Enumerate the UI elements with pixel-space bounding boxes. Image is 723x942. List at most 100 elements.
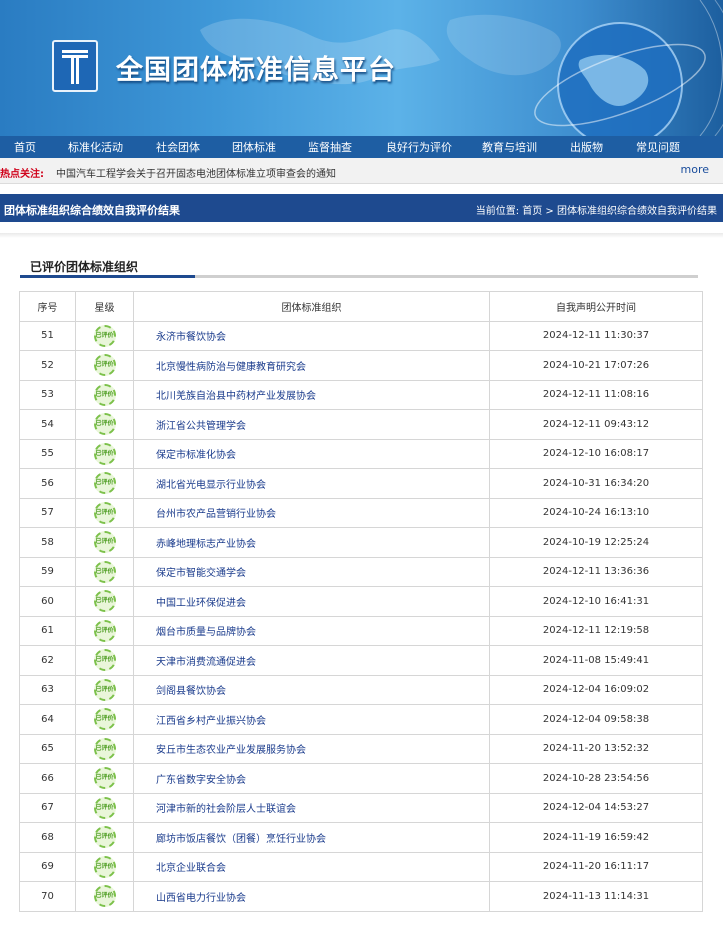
organization-link[interactable]: 河津市新的社会阶层人士联谊会 bbox=[133, 792, 490, 823]
star-cell: 已评价 bbox=[75, 320, 134, 351]
row-index: 66 bbox=[19, 763, 76, 794]
page-title: 团体标准组织综合绩效自我评价结果 bbox=[4, 204, 180, 217]
row-index: 68 bbox=[19, 822, 76, 853]
table-row: 64 已评价 江西省乡村产业振兴协会 2024-12-04 09:58:38 bbox=[19, 704, 703, 735]
organization-link[interactable]: 安丘市生态农业产业发展服务协会 bbox=[133, 733, 490, 764]
publish-time: 2024-11-19 16:59:42 bbox=[489, 822, 703, 853]
table-row: 68 已评价 廊坊市饭店餐饮（团餐）烹饪行业协会 2024-11-19 16:59:4… bbox=[19, 822, 703, 853]
star-cell: 已评价 bbox=[75, 851, 134, 882]
publish-time: 2024-12-11 13:36:36 bbox=[489, 556, 703, 587]
organization-link[interactable]: 天津市消费流通促进会 bbox=[133, 645, 490, 676]
table-row: 67 已评价 河津市新的社会阶层人士联谊会 2024-12-04 14:53:27 bbox=[19, 792, 703, 823]
evaluated-badge-icon: 已评价 bbox=[93, 678, 116, 701]
publish-time: 2024-12-10 16:41:31 bbox=[489, 586, 703, 617]
evaluated-badge-icon: 已评价 bbox=[93, 501, 116, 524]
organization-link[interactable]: 山西省电力行业协会 bbox=[133, 881, 490, 912]
star-cell: 已评价 bbox=[75, 527, 134, 558]
publish-time: 2024-12-04 14:53:27 bbox=[489, 792, 703, 823]
organization-link[interactable]: 永济市餐饮协会 bbox=[133, 320, 490, 351]
organization-link[interactable]: 北川羌族自治县中药材产业发展协会 bbox=[133, 379, 490, 410]
row-index: 64 bbox=[19, 704, 76, 735]
nav-item-social-groups[interactable]: 社会团体 bbox=[156, 139, 200, 155]
organization-link[interactable]: 湖北省光电显示行业协会 bbox=[133, 468, 490, 499]
star-cell: 已评价 bbox=[75, 379, 134, 410]
evaluated-badge-icon: 已评价 bbox=[93, 560, 116, 583]
organization-link[interactable]: 北京企业联合会 bbox=[133, 851, 490, 882]
star-cell: 已评价 bbox=[75, 438, 134, 469]
row-index: 59 bbox=[19, 556, 76, 587]
star-cell: 已评价 bbox=[75, 409, 134, 440]
publish-time: 2024-11-08 15:49:41 bbox=[489, 645, 703, 676]
nav-item-faq[interactable]: 常见问题 bbox=[636, 139, 680, 155]
organization-link[interactable]: 廊坊市饭店餐饮（团餐）烹饪行业协会 bbox=[133, 822, 490, 853]
row-index: 62 bbox=[19, 645, 76, 676]
star-cell: 已评价 bbox=[75, 733, 134, 764]
nav-item-group-standards[interactable]: 团体标准 bbox=[232, 139, 276, 155]
site-logo-icon[interactable] bbox=[52, 40, 98, 92]
row-index: 57 bbox=[19, 497, 76, 528]
nav-item-publications[interactable]: 出版物 bbox=[570, 139, 603, 155]
hot-news-link[interactable]: 中国汽车工程学会关于召开固态电池团体标准立项审查会的通知 bbox=[56, 165, 336, 180]
evaluated-badge-icon: 已评价 bbox=[93, 324, 116, 347]
publish-time: 2024-11-20 13:52:32 bbox=[489, 733, 703, 764]
publish-time: 2024-12-11 11:08:16 bbox=[489, 379, 703, 410]
site-title[interactable]: 全国团体标准信息平台 bbox=[116, 48, 396, 87]
header-banner: 全国团体标准信息平台 bbox=[0, 0, 723, 136]
star-cell: 已评价 bbox=[75, 468, 134, 499]
star-cell: 已评价 bbox=[75, 674, 134, 705]
publish-time: 2024-12-10 16:08:17 bbox=[489, 438, 703, 469]
publish-time: 2024-10-24 16:13:10 bbox=[489, 497, 703, 528]
star-cell: 已评价 bbox=[75, 645, 134, 676]
divider bbox=[0, 233, 723, 238]
organization-link[interactable]: 剑阁县餐饮协会 bbox=[133, 674, 490, 705]
main-nav: 首页 标准化活动 社会团体 团体标准 监督抽查 良好行为评价 教育与培训 出版物… bbox=[0, 136, 723, 158]
evaluated-badge-icon: 已评价 bbox=[93, 855, 116, 878]
col-header-star: 星级 bbox=[75, 291, 134, 322]
table-row: 62 已评价 天津市消费流通促进会 2024-11-08 15:49:41 bbox=[19, 645, 703, 676]
nav-item-supervision[interactable]: 监督抽查 bbox=[308, 139, 352, 155]
table-row: 53 已评价 北川羌族自治县中药材产业发展协会 2024-12-11 11:08:16 bbox=[19, 379, 703, 410]
organization-link[interactable]: 广东省数字安全协会 bbox=[133, 763, 490, 794]
table-row: 61 已评价 烟台市质量与品牌协会 2024-12-11 12:19:58 bbox=[19, 615, 703, 646]
table-row: 70 已评价 山西省电力行业协会 2024-11-13 11:14:31 bbox=[19, 881, 703, 912]
table-row: 69 已评价 北京企业联合会 2024-11-20 16:11:17 bbox=[19, 851, 703, 882]
organization-link[interactable]: 江西省乡村产业振兴协会 bbox=[133, 704, 490, 735]
row-index: 67 bbox=[19, 792, 76, 823]
organization-link[interactable]: 浙江省公共管理学会 bbox=[133, 409, 490, 440]
publish-time: 2024-11-20 16:11:17 bbox=[489, 851, 703, 882]
evaluated-badge-icon: 已评价 bbox=[93, 413, 116, 436]
row-index: 70 bbox=[19, 881, 76, 912]
breadcrumb[interactable]: 当前位置: 首页 > 团体标准组织综合绩效自我评价结果 bbox=[476, 202, 717, 217]
publish-time: 2024-10-28 23:54:56 bbox=[489, 763, 703, 794]
more-link[interactable]: more bbox=[681, 163, 710, 176]
nav-item-home[interactable]: 首页 bbox=[14, 139, 36, 155]
star-cell: 已评价 bbox=[75, 615, 134, 646]
publish-time: 2024-12-11 09:43:12 bbox=[489, 409, 703, 440]
organization-link[interactable]: 烟台市质量与品牌协会 bbox=[133, 615, 490, 646]
nav-item-good-behavior[interactable]: 良好行为评价 bbox=[386, 139, 452, 155]
organization-link[interactable]: 赤峰地理标志产业协会 bbox=[133, 527, 490, 558]
organization-link[interactable]: 中国工业环保促进会 bbox=[133, 586, 490, 617]
evaluated-badge-icon: 已评价 bbox=[93, 531, 116, 554]
organization-link[interactable]: 北京慢性病防治与健康教育研究会 bbox=[133, 350, 490, 381]
publish-time: 2024-10-21 17:07:26 bbox=[489, 350, 703, 381]
hot-news-bar: 热点关注: 中国汽车工程学会关于召开固态电池团体标准立项审查会的通知 more bbox=[0, 158, 723, 184]
row-index: 51 bbox=[19, 320, 76, 351]
nav-item-standardization[interactable]: 标准化活动 bbox=[68, 139, 123, 155]
organization-link[interactable]: 保定市标准化协会 bbox=[133, 438, 490, 469]
star-cell: 已评价 bbox=[75, 497, 134, 528]
star-cell: 已评价 bbox=[75, 556, 134, 587]
nav-item-education[interactable]: 教育与培训 bbox=[482, 139, 537, 155]
row-index: 60 bbox=[19, 586, 76, 617]
organization-link[interactable]: 台州市农产品营销行业协会 bbox=[133, 497, 490, 528]
table-row: 59 已评价 保定市智能交通学会 2024-12-11 13:36:36 bbox=[19, 556, 703, 587]
row-index: 61 bbox=[19, 615, 76, 646]
evaluated-badge-icon: 已评价 bbox=[93, 590, 116, 613]
organization-link[interactable]: 保定市智能交通学会 bbox=[133, 556, 490, 587]
star-cell: 已评价 bbox=[75, 881, 134, 912]
star-cell: 已评价 bbox=[75, 792, 134, 823]
hot-news-label: 热点关注: bbox=[0, 169, 44, 180]
table-body: 51 已评价 永济市餐饮协会 2024-12-11 11:30:37 52 已评价 北京慢性… bbox=[19, 320, 703, 912]
page-title-bar: 团体标准组织综合绩效自我评价结果 当前位置: 首页 > 团体标准组织综合绩效自我… bbox=[0, 194, 723, 222]
col-header-time: 自我声明公开时间 bbox=[489, 291, 703, 322]
